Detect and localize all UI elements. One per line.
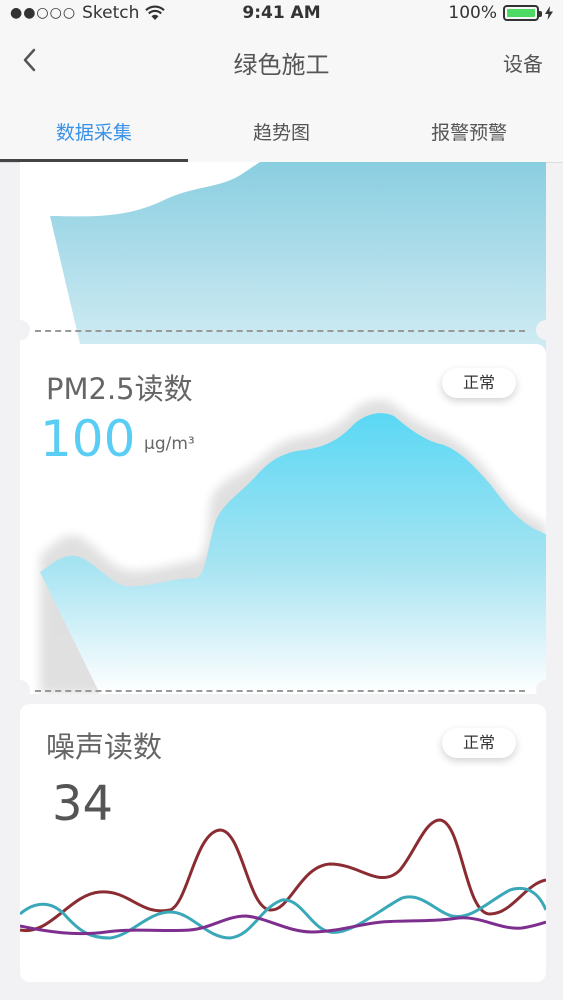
status-right: 100% — [448, 3, 553, 23]
device-button[interactable]: 设备 — [503, 48, 543, 77]
dashed-divider — [35, 330, 525, 332]
battery-percent: 100% — [448, 3, 497, 23]
tab-bar: 数据采集 趋势图 报警预警 — [0, 92, 563, 163]
ticket-notch-right — [536, 680, 556, 700]
tab-alarm-warning[interactable]: 报警预警 — [375, 92, 563, 162]
ticket-notch-left — [10, 680, 30, 700]
ticket-notch-right — [536, 320, 556, 340]
ticket-notch-left — [10, 320, 30, 340]
pm25-value: 100 — [40, 410, 136, 468]
noise-card: 噪声读数 正常 34 — [20, 704, 546, 982]
noise-series-purple — [20, 914, 546, 936]
noise-status-badge[interactable]: 正常 — [442, 728, 516, 758]
page-title: 绿色施工 — [233, 51, 330, 79]
pm25-unit: μg/m³ — [144, 434, 195, 454]
battery-icon — [503, 5, 542, 21]
noise-series-teal — [20, 887, 546, 940]
noise-value: 34 — [52, 776, 114, 832]
pm25-title: PM2.5读数 — [46, 372, 193, 406]
noise-title: 噪声读数 — [46, 730, 163, 764]
tab-trend-chart[interactable]: 趋势图 — [188, 92, 376, 162]
pm25-status-badge[interactable]: 正常 — [442, 368, 516, 398]
navigation-bar: 绿色施工 设备 — [0, 28, 563, 92]
tab-data-collection[interactable]: 数据采集 — [0, 92, 188, 162]
charging-icon — [545, 6, 553, 20]
content-scroll-area[interactable]: PM2.5读数 正常 100 μg/m³ 噪声读数 正常 34 — [0, 162, 563, 1000]
dashed-divider — [35, 690, 525, 692]
pm25-card: PM2.5读数 正常 100 μg/m³ — [20, 344, 546, 694]
status-bar: ●●○○○ Sketch 9:41 AM 100% — [0, 0, 563, 28]
